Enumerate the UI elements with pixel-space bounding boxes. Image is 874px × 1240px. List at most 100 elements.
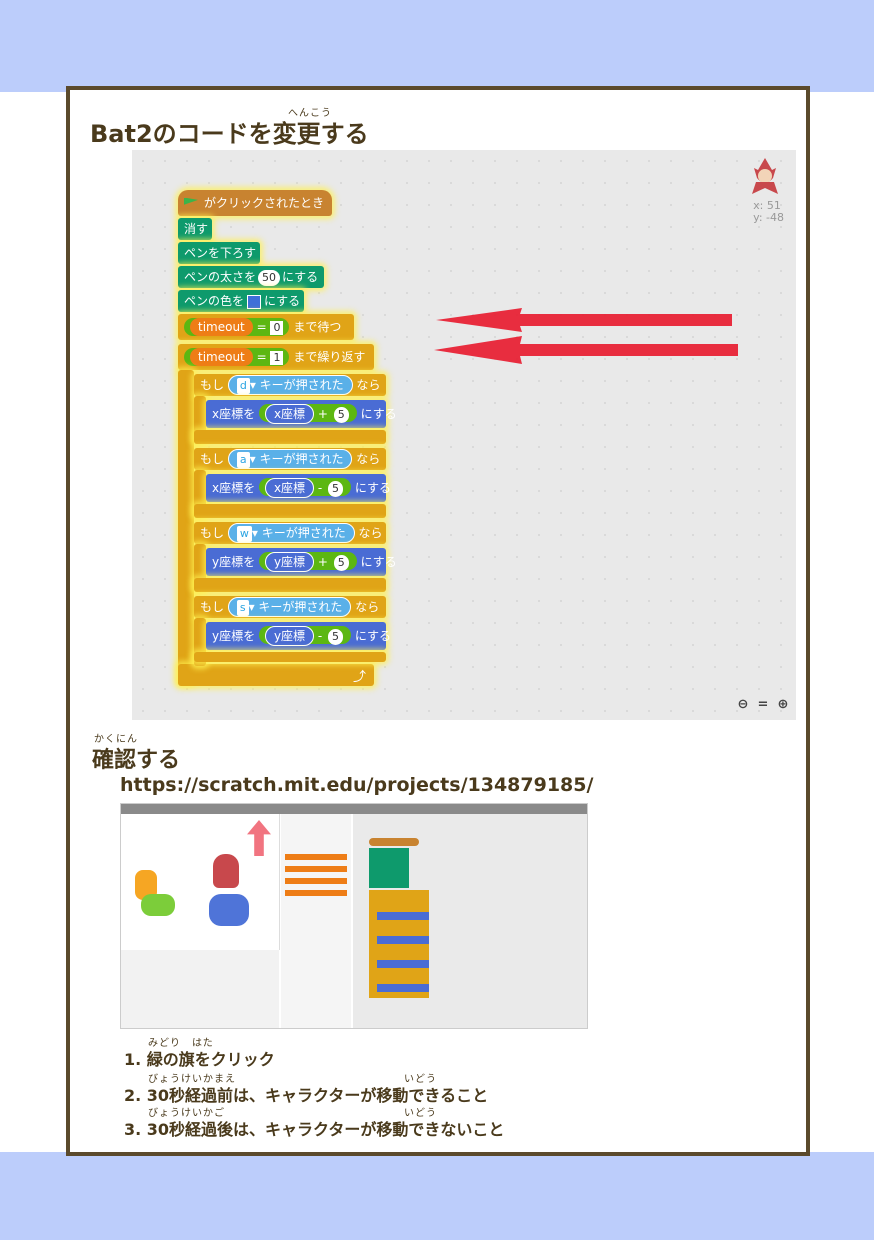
pen-down-block[interactable]: ペンを下ろす bbox=[178, 242, 260, 264]
change-coord-block[interactable]: x座標を x座標 + 5 にする bbox=[206, 400, 397, 428]
clear-block[interactable]: 消す bbox=[178, 218, 212, 240]
add-operator[interactable]: x座標 + 5 bbox=[258, 404, 357, 424]
timeout-var[interactable]: timeout bbox=[190, 318, 253, 336]
if-header[interactable]: もし s ▾ キーが押された なら bbox=[194, 596, 386, 618]
op-sign: - bbox=[317, 481, 323, 495]
set-pen-color-block[interactable]: ペンの色を にする bbox=[178, 290, 304, 312]
if-label: もし bbox=[200, 526, 225, 540]
key-pressed-sensor[interactable]: w ▾ キーが押された bbox=[227, 523, 355, 543]
key-pressed-sensor[interactable]: d ▾ キーが押された bbox=[227, 375, 353, 395]
key-label: キーが押された bbox=[258, 600, 343, 614]
repeat-body-arm bbox=[178, 370, 194, 684]
axis-label: y座標を bbox=[212, 555, 256, 569]
eq-2: = bbox=[256, 350, 267, 364]
key-dropdown[interactable]: d bbox=[236, 378, 250, 394]
pen-size-label: ペンの太さを bbox=[184, 270, 257, 284]
key-dropdown[interactable]: a bbox=[236, 452, 250, 468]
key-dropdown[interactable]: s bbox=[236, 600, 249, 616]
op-sign: + bbox=[317, 555, 328, 569]
bottom-band bbox=[0, 1152, 874, 1240]
editor-menubar bbox=[121, 804, 587, 814]
timeout-var-2[interactable]: timeout bbox=[190, 348, 253, 366]
then-label: なら bbox=[356, 452, 381, 466]
op-sign: - bbox=[317, 629, 323, 643]
wait-label: まで待つ bbox=[293, 320, 342, 334]
color-swatch[interactable] bbox=[247, 294, 262, 309]
set-pen-size-block[interactable]: ペンの太さを 50 にする bbox=[178, 266, 324, 288]
top-band bbox=[0, 0, 874, 92]
sprite-list-panel bbox=[121, 950, 279, 1028]
if-footer bbox=[194, 578, 386, 592]
wait-value-input[interactable]: 0 bbox=[270, 321, 284, 335]
eq: = bbox=[256, 320, 267, 334]
hat-label: がクリックされたとき bbox=[204, 196, 325, 210]
op-sign: + bbox=[317, 407, 328, 421]
if-footer bbox=[194, 504, 386, 518]
subtract-operator[interactable]: y座標 - 5 bbox=[258, 626, 352, 646]
repeat-value-input[interactable]: 1 bbox=[270, 351, 284, 365]
change-coord-block[interactable]: y座標を y座標 - 5 にする bbox=[206, 622, 391, 650]
add-operator[interactable]: y座標 + 5 bbox=[258, 552, 357, 572]
subtract-operator[interactable]: x座標 - 5 bbox=[258, 478, 352, 498]
change-coord-block[interactable]: x座標を x座標 - 5 にする bbox=[206, 474, 391, 502]
if-label: もし bbox=[200, 452, 225, 466]
zoom-reset-icon[interactable]: = bbox=[756, 698, 770, 712]
if-label: もし bbox=[200, 600, 225, 614]
step-value[interactable]: 5 bbox=[333, 407, 349, 423]
if-header[interactable]: もし a ▾ キーが押された なら bbox=[194, 448, 386, 470]
coord-reporter[interactable]: x座標 bbox=[264, 404, 315, 424]
clear-label: 消す bbox=[184, 222, 209, 236]
change-coord-block[interactable]: y座標を y座標 + 5 にする bbox=[206, 548, 397, 576]
when-flag-clicked-block[interactable]: がクリックされたとき bbox=[178, 190, 332, 216]
step-3: 3. 30秒経過後は、キャラクターが移動できないこと bbox=[124, 1120, 505, 1139]
then-label: なら bbox=[358, 526, 383, 540]
stage-panel bbox=[121, 814, 280, 950]
coord-reporter[interactable]: y座標 bbox=[264, 552, 315, 572]
bat-sprite bbox=[213, 854, 239, 888]
key-pressed-sensor[interactable]: a ▾ キーが押された bbox=[227, 449, 353, 469]
project-url[interactable]: https://scratch.mit.edu/projects/1348791… bbox=[120, 774, 593, 796]
key-pressed-sensor[interactable]: s ▾ キーが押された bbox=[227, 597, 352, 617]
if-label: もし bbox=[200, 378, 225, 392]
coord-y: y: -48 bbox=[753, 211, 784, 224]
flag-red-arrow bbox=[247, 820, 271, 856]
axis-label: x座標を bbox=[212, 481, 256, 495]
arrow-to-wait-block bbox=[436, 308, 732, 332]
sprite-thumbnail-icon bbox=[752, 158, 778, 194]
loop-arrow-icon: ⤴ bbox=[352, 670, 366, 685]
content-frame: へんこう Bat2のコードを変更する x: 51 y: -48 がクリックされた… bbox=[66, 86, 810, 1156]
pen-size-post: にする bbox=[282, 270, 319, 284]
key-label: キーが押された bbox=[261, 526, 346, 540]
post-label: にする bbox=[354, 481, 391, 495]
equals-operator[interactable]: timeout = 0 bbox=[184, 318, 290, 336]
key-dropdown[interactable]: w bbox=[236, 526, 252, 542]
pen-trail-green bbox=[141, 894, 175, 916]
green-flag-icon bbox=[184, 197, 198, 205]
equals-operator-2[interactable]: timeout = 1 bbox=[184, 348, 290, 366]
if-footer bbox=[194, 652, 386, 662]
wait-until-block[interactable]: timeout = 0 まで待つ bbox=[178, 314, 354, 340]
pen-size-input[interactable]: 50 bbox=[258, 270, 281, 286]
repeat-until-block[interactable]: timeout = 1 まで繰り返す bbox=[178, 344, 374, 370]
zoom-controls: ⊖ = ⊕ bbox=[736, 698, 790, 712]
post-label: にする bbox=[354, 629, 391, 643]
coord-reporter[interactable]: x座標 bbox=[264, 478, 315, 498]
page-title: Bat2のコードを変更する bbox=[90, 120, 369, 148]
script-area[interactable]: x: 51 y: -48 がクリックされたとき 消す ペンを下ろす ペンの太さを… bbox=[132, 150, 796, 720]
repeat-label: まで繰り返す bbox=[293, 350, 366, 364]
if-header[interactable]: もし d ▾ キーが押された なら bbox=[194, 374, 386, 396]
coord-reporter[interactable]: y座標 bbox=[264, 626, 315, 646]
axis-label: x座標を bbox=[212, 407, 256, 421]
zoom-in-icon[interactable]: ⊕ bbox=[776, 698, 790, 712]
step-value[interactable]: 5 bbox=[328, 481, 344, 497]
post-label: にする bbox=[360, 407, 397, 421]
then-label: なら bbox=[356, 378, 381, 392]
step-value[interactable]: 5 bbox=[328, 629, 344, 645]
step-value[interactable]: 5 bbox=[333, 555, 349, 571]
pen-down-label: ペンを下ろす bbox=[184, 246, 257, 260]
pen-color-post: にする bbox=[264, 294, 301, 308]
mini-script-area bbox=[353, 814, 587, 1028]
zoom-out-icon[interactable]: ⊖ bbox=[736, 698, 750, 712]
if-header[interactable]: もし w ▾ キーが押された なら bbox=[194, 522, 386, 544]
pen-trail-blue bbox=[209, 894, 249, 926]
